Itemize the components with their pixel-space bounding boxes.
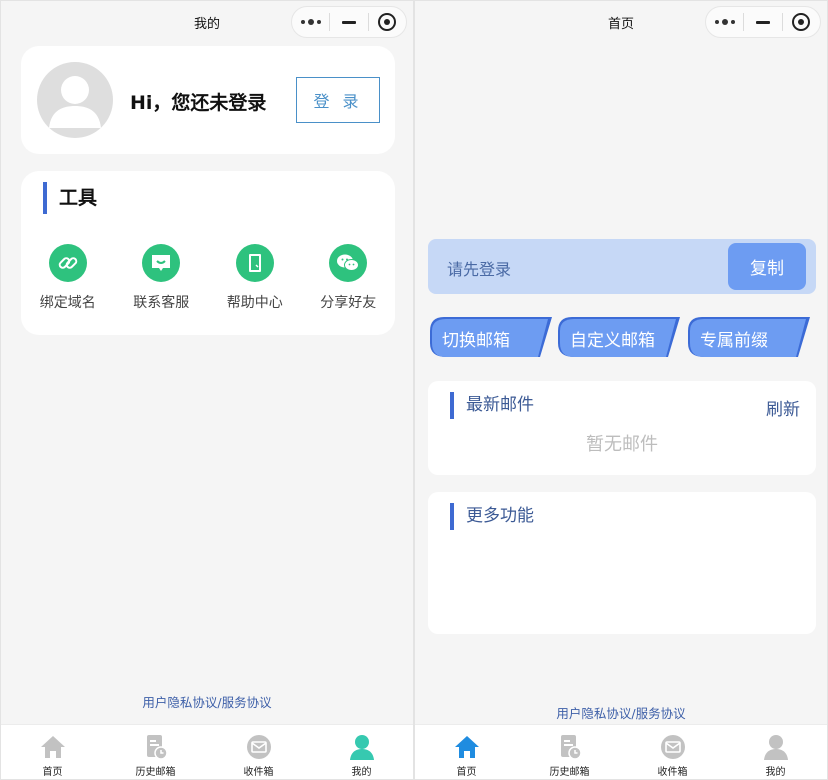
tab-history-mailbox[interactable]: 历史邮箱 xyxy=(518,725,621,779)
profile-icon xyxy=(349,735,374,760)
tab-label: 首页 xyxy=(42,767,63,778)
minimize-button[interactable] xyxy=(330,7,367,37)
tab-label: 我的 xyxy=(765,767,786,778)
custom-mailbox-button[interactable]: 自定义邮箱 xyxy=(558,313,682,361)
exclusive-prefix-button[interactable]: 专属前缀 xyxy=(688,313,812,361)
tab-bar: 首页 历史邮箱 收件箱 我的 xyxy=(1,724,413,779)
tool-label: 联系客服 xyxy=(133,295,190,311)
tool-help-center[interactable]: 帮助中心 xyxy=(210,244,300,312)
tab-profile[interactable]: 我的 xyxy=(310,725,413,779)
agreement-link[interactable]: 用户隐私协议/服务协议 xyxy=(1,692,413,711)
home-screen: 首页 请先登录 复制 切换邮箱 自定义邮箱 专属前缀 最新邮件 刷新 暂无邮件 … xyxy=(414,0,828,780)
switch-mailbox-button[interactable]: 切换邮箱 xyxy=(430,313,554,361)
copy-button[interactable]: 复制 xyxy=(728,243,806,290)
minimize-button[interactable] xyxy=(744,7,781,37)
tool-label: 绑定域名 xyxy=(39,295,96,311)
chat-bubble-icon xyxy=(142,244,181,282)
book-icon xyxy=(235,244,274,282)
action-label: 专属前缀 xyxy=(700,331,768,351)
home-icon xyxy=(40,736,65,758)
tools-grid: 绑定域名 联系客服 帮助中心 分享好友 xyxy=(21,244,395,312)
target-close-icon xyxy=(792,13,811,31)
latest-mail-card: 最新邮件 刷新 暂无邮件 xyxy=(428,381,816,475)
minimize-icon xyxy=(755,20,770,24)
tool-bind-domain[interactable]: 绑定域名 xyxy=(23,244,113,312)
tool-label: 帮助中心 xyxy=(226,295,283,311)
tools-title: 工具 xyxy=(43,182,97,214)
tab-profile[interactable]: 我的 xyxy=(724,725,827,779)
more-menu-button[interactable] xyxy=(292,7,329,37)
history-icon xyxy=(560,735,582,760)
action-label: 切换邮箱 xyxy=(442,331,510,351)
tab-bar: 首页 历史邮箱 收件箱 我的 xyxy=(415,724,827,779)
mini-program-capsule xyxy=(291,6,407,38)
tool-label: 分享好友 xyxy=(320,295,377,311)
tab-label: 历史邮箱 xyxy=(549,767,590,778)
tool-share-friends[interactable]: 分享好友 xyxy=(303,244,393,312)
inbox-icon xyxy=(660,735,685,759)
minimize-icon xyxy=(341,20,356,24)
tab-inbox[interactable]: 收件箱 xyxy=(207,725,310,779)
close-mini-program-button[interactable] xyxy=(369,7,406,37)
tab-label: 首页 xyxy=(456,767,477,778)
tools-card: 工具 绑定域名 联系客服 帮助中心 分享好友 xyxy=(21,171,395,335)
nav-bar: 我的 xyxy=(1,1,413,45)
tab-inbox[interactable]: 收件箱 xyxy=(621,725,724,779)
nav-bar: 首页 xyxy=(415,1,827,45)
tab-label: 我的 xyxy=(351,767,372,778)
latest-mail-title: 最新邮件 xyxy=(450,392,534,419)
home-icon xyxy=(454,736,479,758)
profile-card: Hi，您还未登录 登 录 xyxy=(21,46,395,154)
profile-screen: 我的 Hi，您还未登录 登 录 工具 绑定域名 联系客服 帮助中心 分享好友 用… xyxy=(0,0,414,780)
link-icon xyxy=(48,244,87,282)
email-address-bar: 请先登录 复制 xyxy=(428,239,816,294)
login-button[interactable]: 登 录 xyxy=(296,77,380,123)
tab-label: 收件箱 xyxy=(243,767,274,778)
agreement-link[interactable]: 用户隐私协议/服务协议 xyxy=(415,703,827,722)
more-menu-button[interactable] xyxy=(706,7,743,37)
tab-home[interactable]: 首页 xyxy=(415,725,518,779)
action-label: 自定义邮箱 xyxy=(570,331,655,351)
avatar[interactable] xyxy=(37,62,113,138)
profile-icon xyxy=(763,735,788,760)
close-mini-program-button[interactable] xyxy=(783,7,820,37)
default-avatar-icon xyxy=(49,76,101,128)
refresh-button[interactable]: 刷新 xyxy=(766,395,800,420)
target-close-icon xyxy=(378,13,397,31)
tab-home[interactable]: 首页 xyxy=(1,725,104,779)
tab-label: 历史邮箱 xyxy=(135,767,176,778)
email-address-text: 请先登录 xyxy=(447,260,512,279)
tab-label: 收件箱 xyxy=(657,767,688,778)
more-features-card: 更多功能 xyxy=(428,492,816,634)
more-features-title: 更多功能 xyxy=(450,503,534,530)
mailbox-actions: 切换邮箱 自定义邮箱 专属前缀 xyxy=(430,313,827,361)
empty-mail-text: 暂无邮件 xyxy=(586,434,658,455)
wechat-icon xyxy=(329,244,368,282)
more-dots-icon xyxy=(714,19,735,25)
tab-history-mailbox[interactable]: 历史邮箱 xyxy=(104,725,207,779)
mini-program-capsule xyxy=(705,6,821,38)
more-dots-icon xyxy=(300,19,321,25)
tool-contact-support[interactable]: 联系客服 xyxy=(116,244,206,312)
inbox-icon xyxy=(246,735,271,759)
login-status-text: Hi，您还未登录 xyxy=(130,92,267,114)
history-icon xyxy=(146,735,168,760)
